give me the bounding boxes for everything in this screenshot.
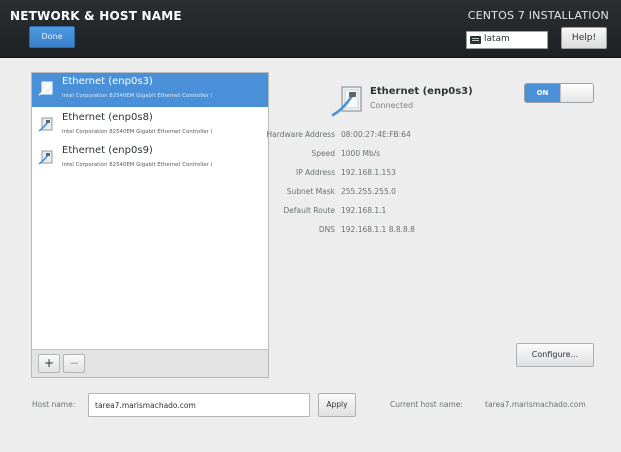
device-name: Ethernet (enp0s8): [62, 112, 153, 123]
property-ip-address: IP Address 192.168.1.153: [0, 168, 621, 180]
toggle-on-label: ON: [525, 84, 560, 102]
property-default-route: Default Route 192.168.1.1: [0, 206, 621, 218]
device-detail-name: Ethernet (enp0s3): [370, 86, 473, 97]
header-bar: NETWORK & HOST NAME Done CENTOS 7 INSTAL…: [0, 0, 621, 58]
ethernet-icon: [331, 86, 362, 117]
host-name-label: Host name:: [32, 400, 76, 409]
device-list-toolbar: + −: [32, 349, 268, 377]
ethernet-icon: [38, 81, 53, 96]
property-value: 08:00:27:4E:FB:64: [341, 130, 411, 139]
property-value: 1000 Mb/s: [341, 149, 381, 158]
property-subnet-mask: Subnet Mask 255.255.255.0: [0, 187, 621, 199]
keyboard-layout-label: latam: [484, 34, 510, 44]
property-dns: DNS 192.168.1.1 8.8.8.8: [0, 225, 621, 237]
help-button[interactable]: Help!: [561, 27, 607, 49]
configure-button[interactable]: Configure...: [516, 343, 594, 367]
done-button[interactable]: Done: [29, 26, 75, 48]
property-label: Hardware Address: [266, 130, 335, 139]
page-title: NETWORK & HOST NAME: [10, 9, 182, 23]
device-power-toggle[interactable]: ON: [524, 83, 594, 103]
keyboard-layout-indicator[interactable]: latam: [466, 31, 548, 49]
property-label: DNS: [318, 225, 335, 234]
property-value: 192.168.1.1: [341, 206, 387, 215]
current-host-name-label: Current host name:: [390, 400, 463, 409]
toggle-knob: [560, 84, 593, 102]
property-speed: Speed 1000 Mb/s: [0, 149, 621, 161]
apply-button[interactable]: Apply: [318, 393, 356, 417]
host-name-input[interactable]: [88, 393, 310, 417]
property-value: 255.255.255.0: [341, 187, 396, 196]
property-value: 192.168.1.1 8.8.8.8: [341, 225, 415, 234]
installer-title: CENTOS 7 INSTALLATION: [467, 9, 609, 22]
property-value: 192.168.1.153: [341, 168, 396, 177]
remove-device-button[interactable]: −: [63, 354, 85, 373]
property-label: Default Route: [283, 206, 335, 215]
property-label: IP Address: [296, 168, 335, 177]
property-hardware-address: Hardware Address 08:00:27:4E:FB:64: [0, 130, 621, 142]
device-description: Intel Corporation 82540EM Gigabit Ethern…: [62, 93, 213, 99]
property-label: Speed: [311, 149, 335, 158]
device-item-enp0s3[interactable]: Ethernet (enp0s3) Intel Corporation 8254…: [32, 73, 268, 107]
device-name: Ethernet (enp0s3): [62, 76, 153, 87]
current-host-name-value: tarea7.marismachado.com: [485, 400, 586, 409]
keyboard-icon: [470, 36, 481, 44]
connection-status: Connected: [370, 101, 414, 110]
property-label: Subnet Mask: [286, 187, 335, 196]
add-device-button[interactable]: +: [38, 354, 60, 373]
